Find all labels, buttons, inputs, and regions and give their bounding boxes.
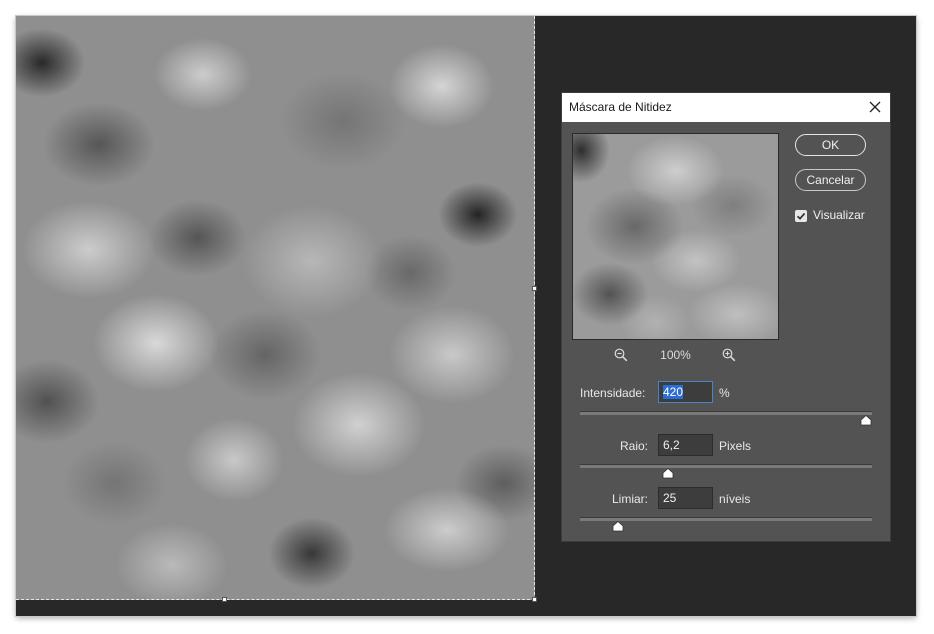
preview-thumbnail[interactable] — [572, 133, 779, 340]
zoom-controls: 100% — [572, 347, 779, 365]
image-canvas[interactable] — [16, 16, 535, 600]
radius-input[interactable]: 6,2 — [658, 434, 713, 456]
radius-unit: Pixels — [719, 439, 752, 453]
close-icon — [869, 101, 881, 113]
ok-button[interactable]: OK — [795, 134, 866, 156]
dialog-title: Máscara de Nitidez — [569, 100, 672, 114]
radius-slider-track[interactable] — [580, 464, 872, 468]
intensity-unit: % — [719, 386, 730, 400]
intensity-slider-track[interactable] — [580, 411, 872, 415]
zoom-in-icon — [722, 348, 736, 362]
slider-thumb-icon — [612, 521, 624, 532]
preview-checkbox[interactable] — [795, 210, 807, 222]
intensity-value: 420 — [663, 385, 684, 399]
dialog-titlebar[interactable]: Máscara de Nitidez — [562, 93, 890, 122]
preview-checkbox-label: Visualizar — [813, 208, 865, 222]
transform-handle-right[interactable] — [532, 286, 537, 291]
intensity-input[interactable]: 420 — [658, 381, 713, 403]
unsharp-mask-dialog: Máscara de Nitidez 100% OK Cancelar Visu… — [561, 92, 891, 542]
intensity-label: Intensidade: — [580, 386, 646, 400]
checkmark-icon — [796, 212, 806, 220]
slider-thumb-icon — [860, 415, 872, 426]
threshold-unit: níveis — [719, 492, 751, 506]
threshold-label: Limiar: — [612, 492, 649, 506]
close-button[interactable] — [864, 96, 886, 118]
transform-handle-corner[interactable] — [532, 597, 537, 602]
zoom-in-button[interactable] — [722, 348, 736, 367]
slider-thumb-icon — [662, 468, 673, 479]
radius-label: Raio: — [620, 439, 649, 453]
transform-handle-bottom[interactable] — [222, 597, 227, 602]
cancel-button[interactable]: Cancelar — [795, 169, 866, 191]
zoom-level: 100% — [660, 348, 691, 362]
threshold-input[interactable]: 25 — [658, 487, 713, 509]
